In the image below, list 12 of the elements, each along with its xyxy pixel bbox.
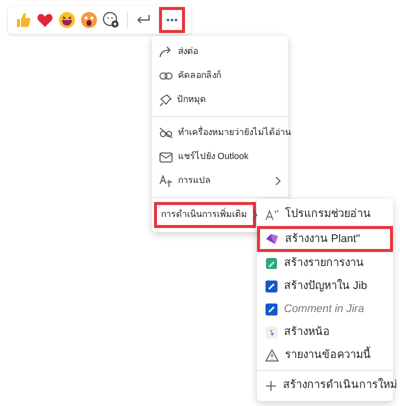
- menu-item[interactable]: สร้างงาน Plant": [257, 226, 393, 252]
- menu-item[interactable]: โปรแกรมช่วยอ่าน: [257, 203, 393, 226]
- menu-item[interactable]: สร้างหน้อ: [257, 321, 393, 344]
- menu-item[interactable]: การดำเนินการเพิ่มเติม: [154, 202, 256, 228]
- menu-item[interactable]: สร้างปัญหาใน Jib: [257, 275, 393, 298]
- menu-item[interactable]: สร้างรายการงาน: [257, 252, 393, 275]
- menu-item[interactable]: ปักหมุด: [152, 88, 288, 112]
- menu-item[interactable]: รายงานข้อความนี้: [257, 344, 393, 367]
- menu-item[interactable]: คัดลอกลิงก์: [152, 64, 288, 88]
- menu-item[interactable]: ส่งต่อ: [152, 40, 288, 64]
- menu-item[interactable]: แชร์ไปยัง Outlook: [152, 145, 288, 169]
- menu-item[interactable]: การแปล: [152, 169, 288, 193]
